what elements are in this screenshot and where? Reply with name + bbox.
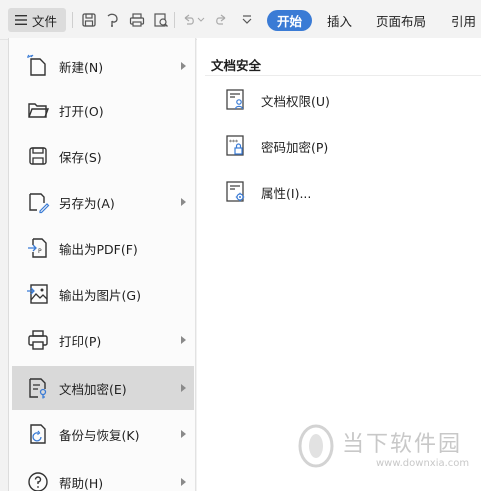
menu-item-export-image[interactable]: 输出为图片(G) xyxy=(12,272,194,316)
redo-icon[interactable] xyxy=(212,11,230,29)
printer-icon xyxy=(28,330,48,350)
submenu-item-password-encrypt[interactable]: *** 密码加密(P) xyxy=(221,131,461,161)
save-icon xyxy=(29,147,47,165)
submenu-arrow-icon xyxy=(181,198,186,206)
menu-icon xyxy=(15,15,27,25)
panel-divider xyxy=(205,75,481,76)
tab-home[interactable]: 开始 xyxy=(267,10,313,31)
panel-title: 文档安全 xyxy=(211,58,262,73)
menu-item-label: 输出为图片(G) xyxy=(59,287,141,303)
quick-access-dropdown-icon[interactable] xyxy=(238,11,256,29)
watermark-logo-icon xyxy=(298,424,334,468)
menu-item-label: 文档加密(E) xyxy=(59,381,127,397)
menu-item-label: 帮助(H) xyxy=(59,475,104,491)
toolbar: 文件 开始 插入 页面布局 引用 xyxy=(0,0,481,40)
menu-item-label: 打开(O) xyxy=(59,103,104,119)
save-icon[interactable] xyxy=(80,11,98,29)
submenu-arrow-icon xyxy=(181,478,186,486)
tab-insert[interactable]: 插入 xyxy=(327,10,352,31)
new-file-icon xyxy=(27,54,46,76)
export-pdf-icon: P xyxy=(28,238,47,258)
submenu-arrow-icon xyxy=(181,62,186,70)
menu-item-backup-restore[interactable]: 备份与恢复(K) xyxy=(12,412,194,456)
file-menu: 新建(N) 打开(O) 保存(S) 另存为(A) P 输出为PDF(F) 输出为… xyxy=(8,38,196,491)
menu-item-document-encrypt[interactable]: 文档加密(E) xyxy=(12,366,194,410)
watermark-title: 当下软件园 xyxy=(342,432,463,457)
menu-item-label: 备份与恢复(K) xyxy=(59,427,140,443)
document-encrypt-icon xyxy=(29,378,47,399)
document-properties-icon xyxy=(226,181,245,202)
tab-references[interactable]: 引用 xyxy=(451,10,476,31)
backup-restore-icon xyxy=(30,424,46,444)
menu-item-label: 另存为(A) xyxy=(59,195,115,211)
menu-item-print[interactable]: 打印(P) xyxy=(12,318,194,362)
password-encrypt-icon: *** xyxy=(226,135,244,156)
submenu-item-label: 文档权限(U) xyxy=(261,93,330,109)
file-menu-label: 文件 xyxy=(32,13,58,29)
menu-item-export-pdf[interactable]: P 输出为PDF(F) xyxy=(12,226,194,270)
menu-item-label: 保存(S) xyxy=(59,149,102,165)
menu-item-save[interactable]: 保存(S) xyxy=(12,134,194,178)
print-preview-icon[interactable] xyxy=(152,11,170,29)
revision-icon[interactable] xyxy=(104,11,122,29)
folder-open-icon xyxy=(28,103,50,118)
watermark: 当下软件园 www.downxia.com xyxy=(296,418,476,478)
menu-item-new[interactable]: 新建(N) xyxy=(12,44,194,88)
file-menu-button[interactable]: 文件 xyxy=(8,8,66,32)
submenu-arrow-icon xyxy=(181,336,186,344)
menu-item-label: 输出为PDF(F) xyxy=(59,241,138,257)
menu-item-help[interactable]: 帮助(H) xyxy=(12,460,194,491)
tab-page-layout[interactable]: 页面布局 xyxy=(376,10,426,31)
toolbar-separator xyxy=(72,12,73,28)
save-as-icon xyxy=(29,193,50,214)
document-permission-icon xyxy=(226,89,244,110)
submenu-arrow-icon xyxy=(181,430,186,438)
submenu-item-label: 密码加密(P) xyxy=(261,139,329,155)
submenu-item-properties[interactable]: 属性(I)... xyxy=(221,177,461,207)
undo-dropdown-icon[interactable] xyxy=(196,11,206,29)
watermark-url: www.downxia.com xyxy=(376,458,470,469)
menu-item-label: 新建(N) xyxy=(59,59,104,75)
print-icon[interactable] xyxy=(128,11,146,29)
menu-item-save-as[interactable]: 另存为(A) xyxy=(12,180,194,224)
submenu-item-label: 属性(I)... xyxy=(261,185,312,201)
menu-item-label: 打印(P) xyxy=(59,333,102,349)
submenu-arrow-icon xyxy=(181,384,186,392)
submenu-item-document-permission[interactable]: 文档权限(U) xyxy=(221,85,461,115)
toolbar-separator xyxy=(174,12,175,28)
svg-text:P: P xyxy=(38,248,42,255)
menu-item-open[interactable]: 打开(O) xyxy=(12,88,194,132)
export-image-icon xyxy=(27,284,48,304)
help-icon xyxy=(28,472,48,491)
